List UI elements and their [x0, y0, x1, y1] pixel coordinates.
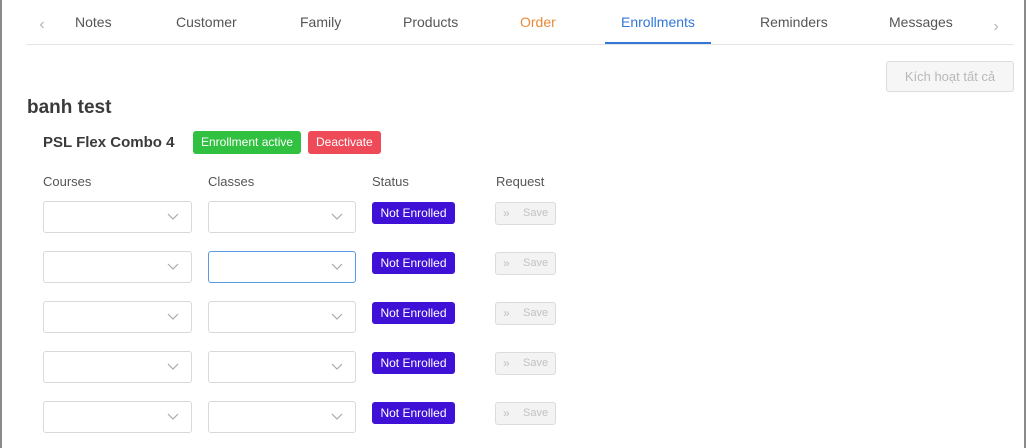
save-button-label: Save	[523, 207, 549, 219]
course-select[interactable]	[43, 401, 192, 433]
chevron-down-icon	[331, 263, 343, 270]
table-row: Not Enrolled » Save	[2, 201, 1026, 235]
tab-bar: ‹ Notes Customer Family Products Order E…	[26, 0, 1014, 45]
save-button-label: Save	[523, 357, 549, 369]
double-chevron-right-icon: »	[503, 206, 510, 220]
chevron-down-icon	[167, 313, 179, 320]
tab-notes[interactable]: Notes	[75, 14, 112, 44]
tab-messages[interactable]: Messages	[889, 14, 953, 44]
save-button-label: Save	[523, 407, 549, 419]
active-tab-indicator	[605, 42, 711, 44]
tab-products[interactable]: Products	[403, 14, 458, 44]
save-button[interactable]: » Save	[495, 302, 556, 325]
status-badge: Not Enrolled	[372, 402, 455, 424]
enrollment-active-badge: Enrollment active	[193, 131, 302, 154]
chevron-down-icon	[331, 363, 343, 370]
chevron-down-icon	[167, 413, 179, 420]
double-chevron-right-icon: »	[503, 256, 510, 270]
save-button[interactable]: » Save	[495, 202, 556, 225]
product-name: PSL Flex Combo 4	[43, 134, 175, 151]
column-header-classes: Classes	[208, 174, 255, 189]
window-frame: ‹ Notes Customer Family Products Order E…	[0, 0, 1026, 448]
column-header-status: Status	[372, 174, 409, 189]
double-chevron-right-icon: »	[503, 306, 510, 320]
tab-enrollments-label: Enrollments	[621, 14, 695, 30]
course-select[interactable]	[43, 201, 192, 233]
class-select[interactable]	[208, 351, 356, 383]
deactivate-button[interactable]: Deactivate	[308, 131, 381, 154]
chevron-down-icon	[331, 213, 343, 220]
status-badge: Not Enrolled	[372, 352, 455, 374]
course-select[interactable]	[43, 251, 192, 283]
chevron-down-icon	[167, 213, 179, 220]
table-row: Not Enrolled » Save	[2, 351, 1026, 385]
activate-all-button[interactable]: Kích hoạt tất cả	[886, 61, 1014, 92]
save-button[interactable]: » Save	[495, 252, 556, 275]
tab-order[interactable]: Order	[520, 14, 556, 44]
chevron-left-icon[interactable]: ‹	[34, 16, 50, 34]
chevron-down-icon	[167, 363, 179, 370]
student-name: banh test	[27, 97, 112, 118]
status-badge: Not Enrolled	[372, 252, 455, 274]
column-header-request: Request	[496, 174, 545, 189]
save-button[interactable]: » Save	[495, 402, 556, 425]
class-select[interactable]	[208, 201, 356, 233]
save-button-label: Save	[523, 257, 549, 269]
tab-customer[interactable]: Customer	[176, 14, 237, 44]
course-select[interactable]	[43, 301, 192, 333]
class-select[interactable]	[208, 251, 356, 283]
chevron-down-icon	[167, 263, 179, 270]
column-header-courses: Courses	[43, 174, 92, 189]
class-select[interactable]	[208, 301, 356, 333]
table-row: Not Enrolled » Save	[2, 301, 1026, 335]
double-chevron-right-icon: »	[503, 356, 510, 370]
tab-family[interactable]: Family	[300, 14, 341, 44]
chevron-down-icon	[331, 413, 343, 420]
chevron-down-icon	[331, 313, 343, 320]
status-badge: Not Enrolled	[372, 202, 455, 224]
class-select[interactable]	[208, 401, 356, 433]
chevron-right-icon[interactable]: ›	[988, 18, 1004, 36]
save-button[interactable]: » Save	[495, 352, 556, 375]
tab-reminders[interactable]: Reminders	[760, 14, 828, 44]
course-select[interactable]	[43, 351, 192, 383]
table-row: Not Enrolled » Save	[2, 401, 1026, 435]
table-row: Not Enrolled » Save	[2, 251, 1026, 285]
double-chevron-right-icon: »	[503, 406, 510, 420]
save-button-label: Save	[523, 307, 549, 319]
status-badge: Not Enrolled	[372, 302, 455, 324]
tab-enrollments[interactable]: Enrollments	[605, 14, 711, 44]
